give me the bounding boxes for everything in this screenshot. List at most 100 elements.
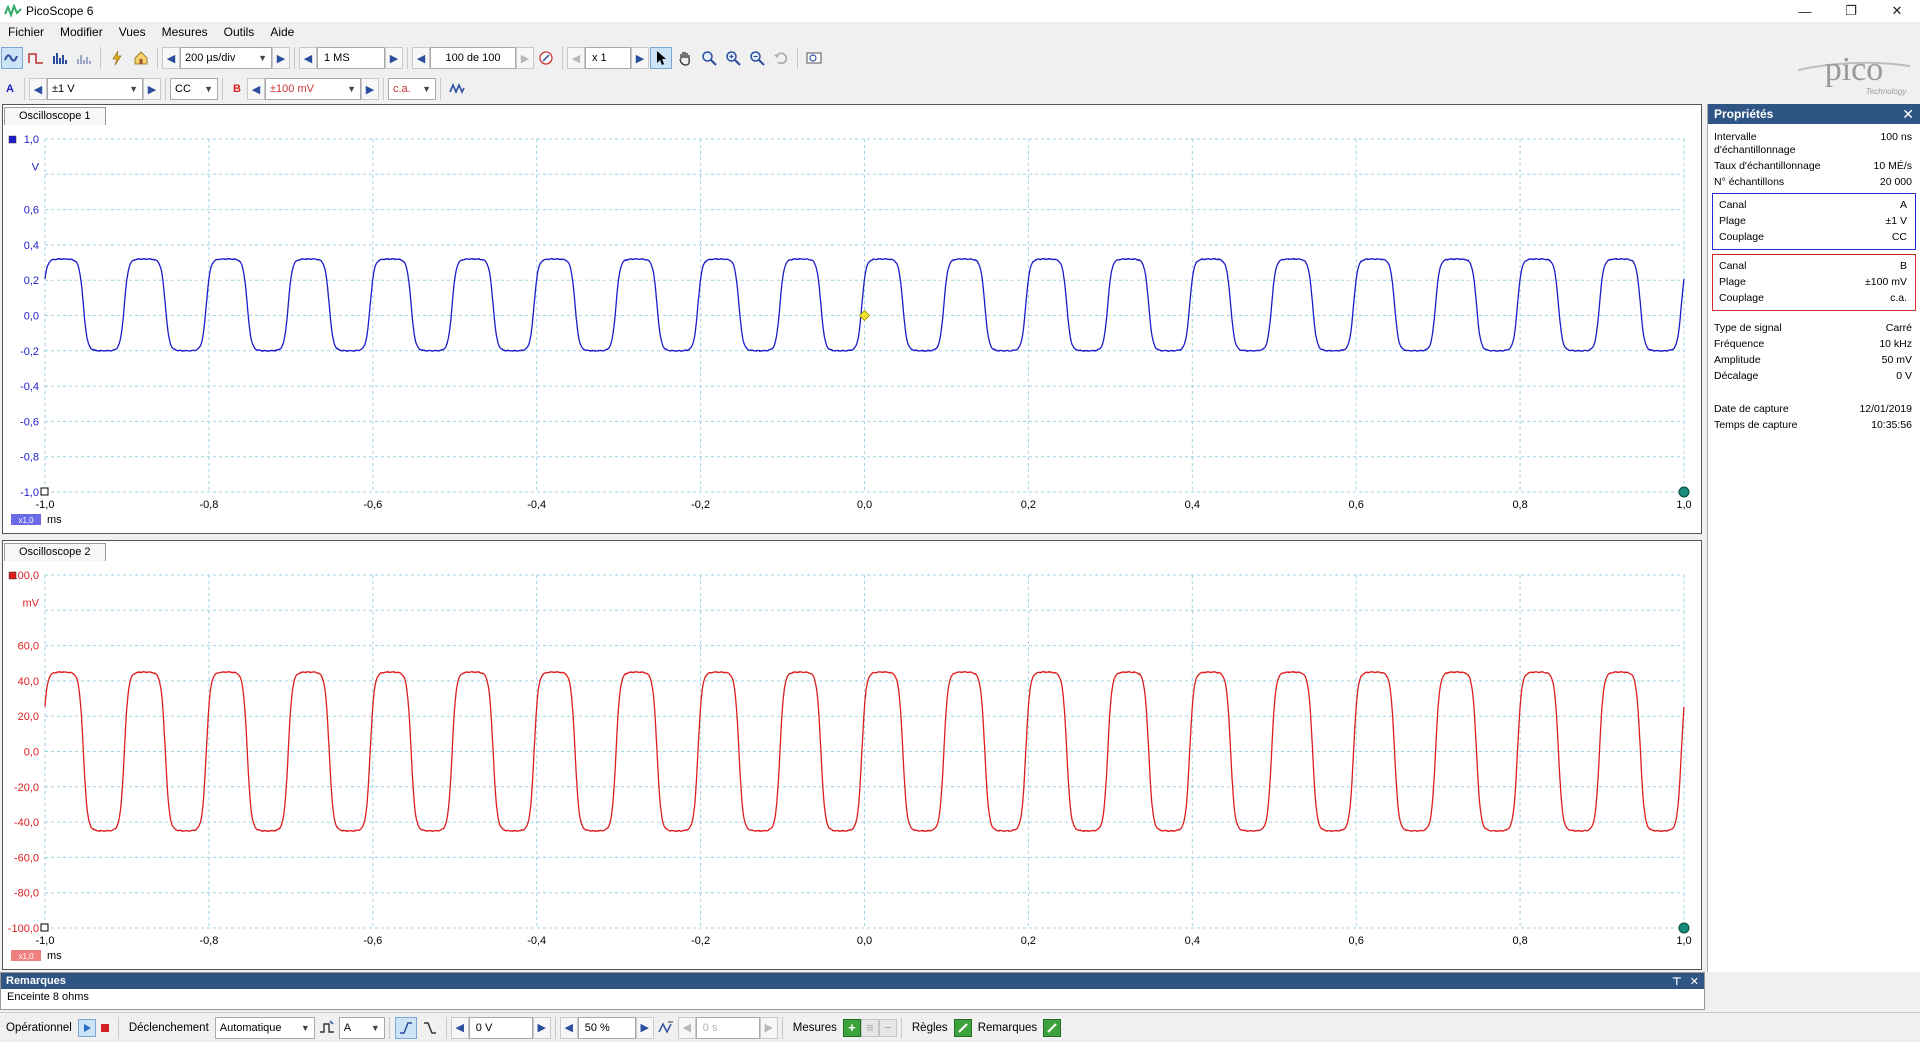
channel-b-label[interactable]: B: [227, 78, 247, 100]
buffer-prev-button[interactable]: ◀: [412, 47, 430, 69]
channel-axis-marker[interactable]: [8, 571, 17, 580]
samples-prev-button[interactable]: ◀: [299, 47, 317, 69]
pretrigger-field[interactable]: 50 %: [577, 1016, 636, 1039]
add-measurement-icon[interactable]: +: [842, 1018, 861, 1037]
rising-edge-icon[interactable]: [394, 1016, 417, 1039]
hand-tool-icon[interactable]: [674, 47, 696, 69]
zoom-in-icon[interactable]: [722, 47, 744, 69]
ruler-handle-right[interactable]: [1678, 922, 1690, 934]
spectrum-persistence-icon[interactable]: [73, 47, 95, 69]
notes-text[interactable]: Enceinte 8 ohms: [1, 989, 1704, 1005]
samples-field[interactable]: 1 MS: [317, 47, 385, 69]
property-row: Amplitude 50 mV: [1708, 354, 1920, 367]
close-window-button[interactable]: ✕: [1874, 0, 1920, 22]
delay-prev-button[interactable]: ◀: [677, 1016, 696, 1039]
falling-edge-icon[interactable]: [419, 1017, 441, 1039]
threshold-field[interactable]: 0 V: [468, 1016, 533, 1039]
pretrigger-prev-button[interactable]: ◀: [559, 1016, 578, 1039]
window-title: PicoScope 6: [26, 4, 94, 18]
tab-oscilloscope-2[interactable]: Oscilloscope 2: [4, 543, 106, 561]
zoom-prev-button[interactable]: ◀: [567, 47, 585, 69]
minimize-button[interactable]: —: [1782, 0, 1828, 22]
scope-2-plot[interactable]: 100,060,040,020,00,0-20,0-40,0-60,0-80,0…: [3, 541, 1701, 969]
channel-axis-marker[interactable]: [8, 135, 17, 144]
zoom-area-icon[interactable]: [698, 47, 720, 69]
stop-button[interactable]: [96, 1019, 114, 1037]
delay-field[interactable]: 0 s: [695, 1016, 760, 1039]
delay-next-button[interactable]: ▶: [759, 1016, 778, 1039]
property-key: Fréquence: [1714, 338, 1765, 350]
buffer-navigation-field[interactable]: 100 de 100: [430, 47, 516, 69]
channel-a-range-prev[interactable]: ◀: [29, 78, 47, 100]
auto-setup-icon[interactable]: [106, 47, 128, 69]
channel-a-label[interactable]: A: [0, 78, 20, 100]
scope-1-plot[interactable]: 1,0 0,6 0,4 0,2 0,0 -0,2 -0,4 -0,6 -0,8 -1,0 V -1,0…: [3, 105, 1701, 533]
x-tick-label: 0,4: [1185, 499, 1200, 511]
spectrum-mode-icon[interactable]: [49, 47, 71, 69]
channel-b-range-select[interactable]: ±100 mV ▼: [265, 78, 361, 100]
tab-oscilloscope-1[interactable]: Oscilloscope 1: [4, 107, 106, 125]
trigger-mode-select[interactable]: Automatique ▼: [214, 1016, 315, 1039]
property-key: Temps de capture: [1714, 419, 1798, 431]
close-icon[interactable]: ✕: [1902, 106, 1914, 123]
ruler-handle-left[interactable]: [40, 923, 49, 932]
zoom-field[interactable]: x 1: [585, 47, 631, 69]
menu-tools[interactable]: Outils: [216, 22, 263, 43]
threshold-next-button[interactable]: ▶: [532, 1016, 551, 1039]
run-button[interactable]: [77, 1018, 96, 1037]
channel-a-coupling-select[interactable]: CC ▼: [170, 78, 218, 100]
home-icon[interactable]: [130, 47, 152, 69]
menu-help[interactable]: Aide: [262, 22, 302, 43]
channel-a-range-value: ±1 V: [52, 83, 75, 95]
ruler-handle-left[interactable]: [40, 487, 49, 496]
channel-a-range-next[interactable]: ▶: [143, 78, 161, 100]
menu-file[interactable]: Fichier: [0, 22, 52, 43]
trigger-channel-value: A: [343, 1021, 352, 1034]
menu-edit[interactable]: Modifier: [52, 22, 111, 43]
persistence-mode-icon[interactable]: [25, 47, 47, 69]
pin-icon[interactable]: ⊤: [1672, 975, 1682, 988]
delete-measurement-icon[interactable]: −: [878, 1018, 897, 1037]
remarks-toggle-icon[interactable]: [1043, 1018, 1062, 1037]
toolbar-separator: [157, 47, 158, 69]
channel-b-coupling-value: c.a.: [393, 83, 411, 95]
notes-header: Remarques ⊤ ✕: [1, 973, 1704, 989]
axis-zoom-badge[interactable]: x1,0: [18, 952, 34, 961]
timebase-select[interactable]: 200 µs/div ▼: [180, 47, 272, 69]
x-tick-label: 0,0: [857, 935, 872, 947]
buffer-next-button[interactable]: ▶: [516, 47, 534, 69]
edit-measurement-icon[interactable]: ≡: [860, 1018, 879, 1037]
signal-generator-icon[interactable]: [446, 78, 468, 100]
timebase-prev-button[interactable]: ◀: [162, 47, 180, 69]
channel-b-range-next[interactable]: ▶: [361, 78, 379, 100]
property-key: Couplage: [1719, 292, 1764, 304]
channel-b-coupling-select[interactable]: c.a. ▼: [388, 78, 436, 100]
zoom-next-button[interactable]: ▶: [631, 47, 649, 69]
threshold-prev-button[interactable]: ◀: [450, 1016, 469, 1039]
menu-views[interactable]: Vues: [111, 22, 154, 43]
advanced-trigger-icon[interactable]: [316, 1017, 338, 1039]
post-trigger-delay-icon[interactable]: [655, 1017, 677, 1039]
channel-b-range-prev[interactable]: ◀: [247, 78, 265, 100]
oscilloscope-view-1[interactable]: 1,0 0,6 0,4 0,2 0,0 -0,2 -0,4 -0,6 -0,8 -1,0 V -1,0…: [2, 104, 1702, 534]
pointer-tool-icon[interactable]: [650, 47, 672, 69]
rulers-settings-icon[interactable]: [953, 1018, 972, 1037]
undo-zoom-icon[interactable]: [770, 47, 792, 69]
axis-zoom-badge[interactable]: x1,0: [18, 516, 34, 525]
zoom-out-icon[interactable]: [746, 47, 768, 69]
timebase-next-button[interactable]: ▶: [272, 47, 290, 69]
y-tick-label: 1,0: [24, 134, 39, 146]
channel-a-range-select[interactable]: ±1 V ▼: [47, 78, 143, 100]
buffer-overview-icon[interactable]: [535, 47, 557, 69]
zoom-overview-icon[interactable]: [803, 47, 825, 69]
scope-mode-icon[interactable]: [1, 47, 23, 69]
trigger-channel-select[interactable]: A ▼: [338, 1016, 385, 1039]
pretrigger-next-button[interactable]: ▶: [635, 1016, 654, 1039]
menu-measurements[interactable]: Mesures: [154, 22, 216, 43]
oscilloscope-view-2[interactable]: 100,0 60,0 40,0 20,0 0,0 -20,0 -40,0 -60,0 -80,0…: [2, 540, 1702, 970]
close-icon[interactable]: ✕: [1690, 975, 1699, 988]
samples-next-button[interactable]: ▶: [385, 47, 403, 69]
x-tick-label: -1,0: [36, 935, 55, 947]
maximize-button[interactable]: ❐: [1828, 0, 1874, 22]
ruler-handle-right[interactable]: [1678, 486, 1690, 498]
